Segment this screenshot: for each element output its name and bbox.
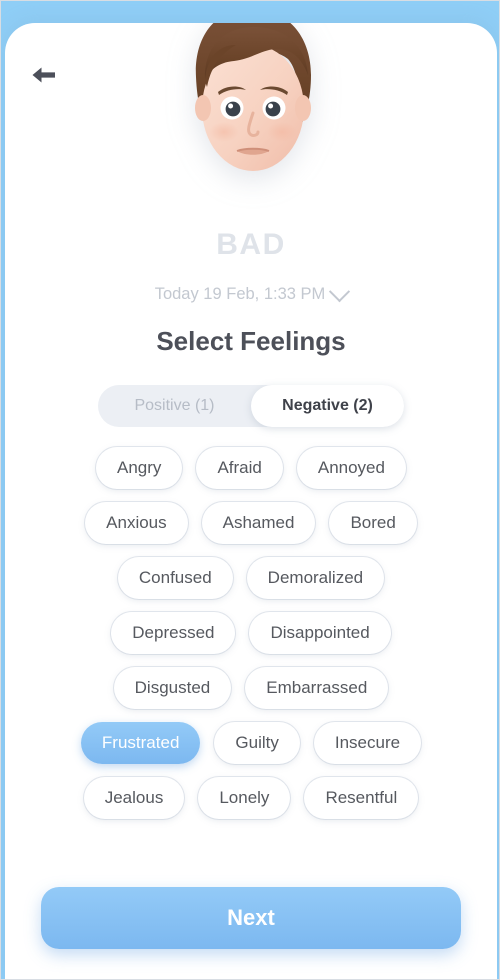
feeling-chip[interactable]: Afraid [196,447,283,489]
chip-label: Ashamed [222,513,295,532]
feelings-tab-group: Positive (1) Negative (2) [98,385,404,427]
chip-row: Anxious Ashamed Bored [43,502,459,544]
chip-row: Depressed Disappointed [43,612,459,654]
feeling-chip[interactable]: Disappointed [249,612,391,654]
feeling-chip[interactable]: Bored [329,502,417,544]
feeling-chip[interactable]: Guilty [214,722,300,764]
chevron-down-icon [329,281,351,303]
tab-negative[interactable]: Negative (2) [251,385,404,427]
next-button-label: Next [227,905,275,930]
chip-row: Angry Afraid Annoyed [43,447,459,489]
content-card: BAD Today 19 Feb, 1:33 PM Select Feeling… [5,23,497,979]
chip-label: Confused [138,568,212,587]
avatar-face-sad-icon [166,23,336,213]
feeling-chip[interactable]: Confused [117,557,233,599]
feeling-chip[interactable]: Resentful [304,777,419,819]
chip-label: Demoralized [267,568,364,587]
back-button[interactable] [19,53,67,97]
feelings-chip-list: Angry Afraid Annoyed Anxious Ashamed Bor… [5,447,497,832]
chip-label: Angry [117,458,162,477]
feeling-chip[interactable]: Depressed [111,612,236,654]
chip-label: Afraid [217,458,262,477]
feeling-chip[interactable]: Demoralized [246,557,385,599]
chip-label: Guilty [235,733,279,752]
chip-label: Anxious [106,513,167,532]
feeling-chip[interactable]: Anxious [85,502,188,544]
feeling-chip[interactable]: Lonely [198,777,291,819]
chip-label: Annoyed [317,458,385,477]
tab-positive-label: Positive (1) [134,397,215,414]
feeling-chip[interactable]: Jealous [83,777,185,819]
next-button[interactable]: Next [41,887,461,949]
feeling-chip-selected[interactable]: Frustrated [80,722,201,764]
chip-label: Bored [350,513,396,532]
chip-label: Lonely [219,788,270,807]
feeling-chip[interactable]: Annoyed [296,447,406,489]
chip-label: Embarrassed [266,678,368,697]
feeling-chip[interactable]: Ashamed [201,502,316,544]
chip-label: Resentful [325,788,398,807]
app-screen: BAD Today 19 Feb, 1:33 PM Select Feeling… [0,0,500,980]
chip-row: Disgusted Embarrassed [43,667,459,709]
arrow-left-icon [28,63,58,87]
chip-label: Disappointed [270,623,370,642]
avatar [5,23,497,211]
chip-label: Disgusted [134,678,211,697]
chip-label: Jealous [104,788,164,807]
date-selector[interactable]: Today 19 Feb, 1:33 PM [5,281,497,304]
chip-row: Confused Demoralized [43,557,459,599]
page-title: Select Feelings [156,326,346,356]
feeling-chip[interactable]: Embarrassed [245,667,389,709]
chip-row: Jealous Lonely Resentful [43,777,459,819]
chip-row: Frustrated Guilty Insecure [43,722,459,764]
date-label: Today 19 Feb, 1:33 PM [154,285,326,303]
tab-negative-label: Negative (2) [282,397,373,414]
chip-label: Depressed [132,623,215,642]
mood-title: BAD [216,228,286,261]
feeling-chip[interactable]: Disgusted [113,667,232,709]
tab-positive[interactable]: Positive (1) [98,385,251,427]
chip-label: Insecure [334,733,401,752]
feeling-chip[interactable]: Angry [96,447,183,489]
feeling-chip[interactable]: Insecure [313,722,422,764]
chip-label: Frustrated [101,733,180,752]
